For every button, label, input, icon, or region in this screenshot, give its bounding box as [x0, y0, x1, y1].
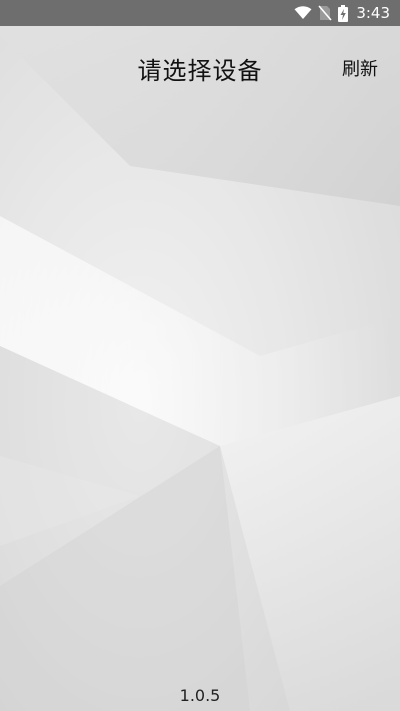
version-label: 1.0.5 [179, 686, 221, 705]
status-time: 3:43 [356, 4, 390, 22]
refresh-button[interactable]: 刷新 [342, 55, 378, 81]
background-image [0, 26, 400, 711]
status-bar: 3:43 [0, 0, 400, 26]
no-sim-icon [318, 5, 332, 21]
page-title: 请选择设备 [137, 57, 263, 85]
wifi-icon [294, 6, 312, 20]
status-icons: 3:43 [294, 0, 390, 26]
header: 请选择设备 刷新 [0, 26, 400, 108]
battery-charging-icon [338, 4, 349, 22]
